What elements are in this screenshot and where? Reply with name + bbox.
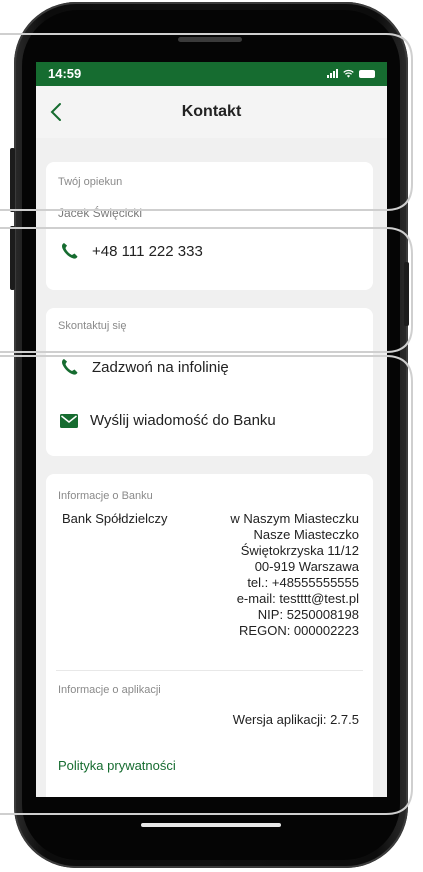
volume-up-button xyxy=(10,148,15,212)
bank-regon-line: REGON: 000002223 xyxy=(239,623,359,638)
call-hotline-row[interactable]: Zadzwoń na infolinię xyxy=(60,358,229,376)
info-card: Informacje o Banku Bank Spółdzielczy w N… xyxy=(46,474,373,797)
advisor-phone-number: +48 111 222 333 xyxy=(92,242,203,260)
contact-card: Skontaktuj się Zadzwoń na infolinię Wyśl… xyxy=(46,308,373,456)
bank-info-line: Nasze Miasteczko xyxy=(253,527,359,542)
bank-name: Bank Spółdzielczy xyxy=(62,511,168,526)
signal-icon xyxy=(327,69,338,78)
bank-nip-line: NIP: 5250008198 xyxy=(257,607,359,622)
speaker-grille xyxy=(178,37,242,42)
phone-icon xyxy=(62,243,78,259)
bank-email-line: e-mail: testttt@test.pl xyxy=(236,591,359,606)
bank-info-label: Informacje o Banku xyxy=(58,490,153,502)
page-title: Kontakt xyxy=(181,103,242,120)
bank-info-line: Świętokrzyska 11/12 xyxy=(240,543,359,558)
advisor-section-label: Twój opiekun xyxy=(58,176,123,188)
bank-info-line: 00-919 Warszawa xyxy=(254,559,359,574)
advisor-phone-row[interactable]: +48 111 222 333 xyxy=(60,242,203,260)
volume-down-button xyxy=(10,226,15,290)
advisor-card: Twój opiekun Jacek Święcicki +48 111 222… xyxy=(46,162,373,290)
contact-section-label: Skontaktuj się xyxy=(58,320,127,332)
home-area xyxy=(36,797,387,835)
privacy-policy-link[interactable]: Polityka prywatności xyxy=(58,758,176,773)
bank-info-line: w Naszym Miasteczku xyxy=(230,511,359,526)
app-info-label: Informacje o aplikacji xyxy=(58,684,161,696)
section-divider xyxy=(56,670,363,671)
app-screen: 14:59 Kontakt Twój opiekun Jacek Święcic… xyxy=(36,62,387,797)
advisor-name: Jacek Święcicki xyxy=(58,206,143,220)
top-navigation: Kontakt xyxy=(36,86,387,138)
status-bar: 14:59 xyxy=(36,62,387,86)
home-indicator[interactable] xyxy=(141,823,281,827)
status-icons xyxy=(327,68,375,79)
call-hotline-label: Zadzwoń na infolinię xyxy=(92,358,229,376)
send-message-label: Wyślij wiadomość do Banku xyxy=(90,412,276,429)
app-version: Wersja aplikacji: 2.7.5 xyxy=(232,712,359,727)
status-time: 14:59 xyxy=(48,66,82,81)
bank-address-block: w Naszym Miasteczku Nasze Miasteczko Świ… xyxy=(230,511,359,639)
send-message-row[interactable]: Wyślij wiadomość do Banku xyxy=(60,412,276,429)
wifi-icon xyxy=(343,69,354,78)
phone-icon xyxy=(62,359,78,375)
bank-phone-line: tel.: +48555555555 xyxy=(247,575,359,590)
battery-icon xyxy=(359,69,375,78)
power-button xyxy=(404,262,409,326)
envelope-icon xyxy=(60,413,78,428)
